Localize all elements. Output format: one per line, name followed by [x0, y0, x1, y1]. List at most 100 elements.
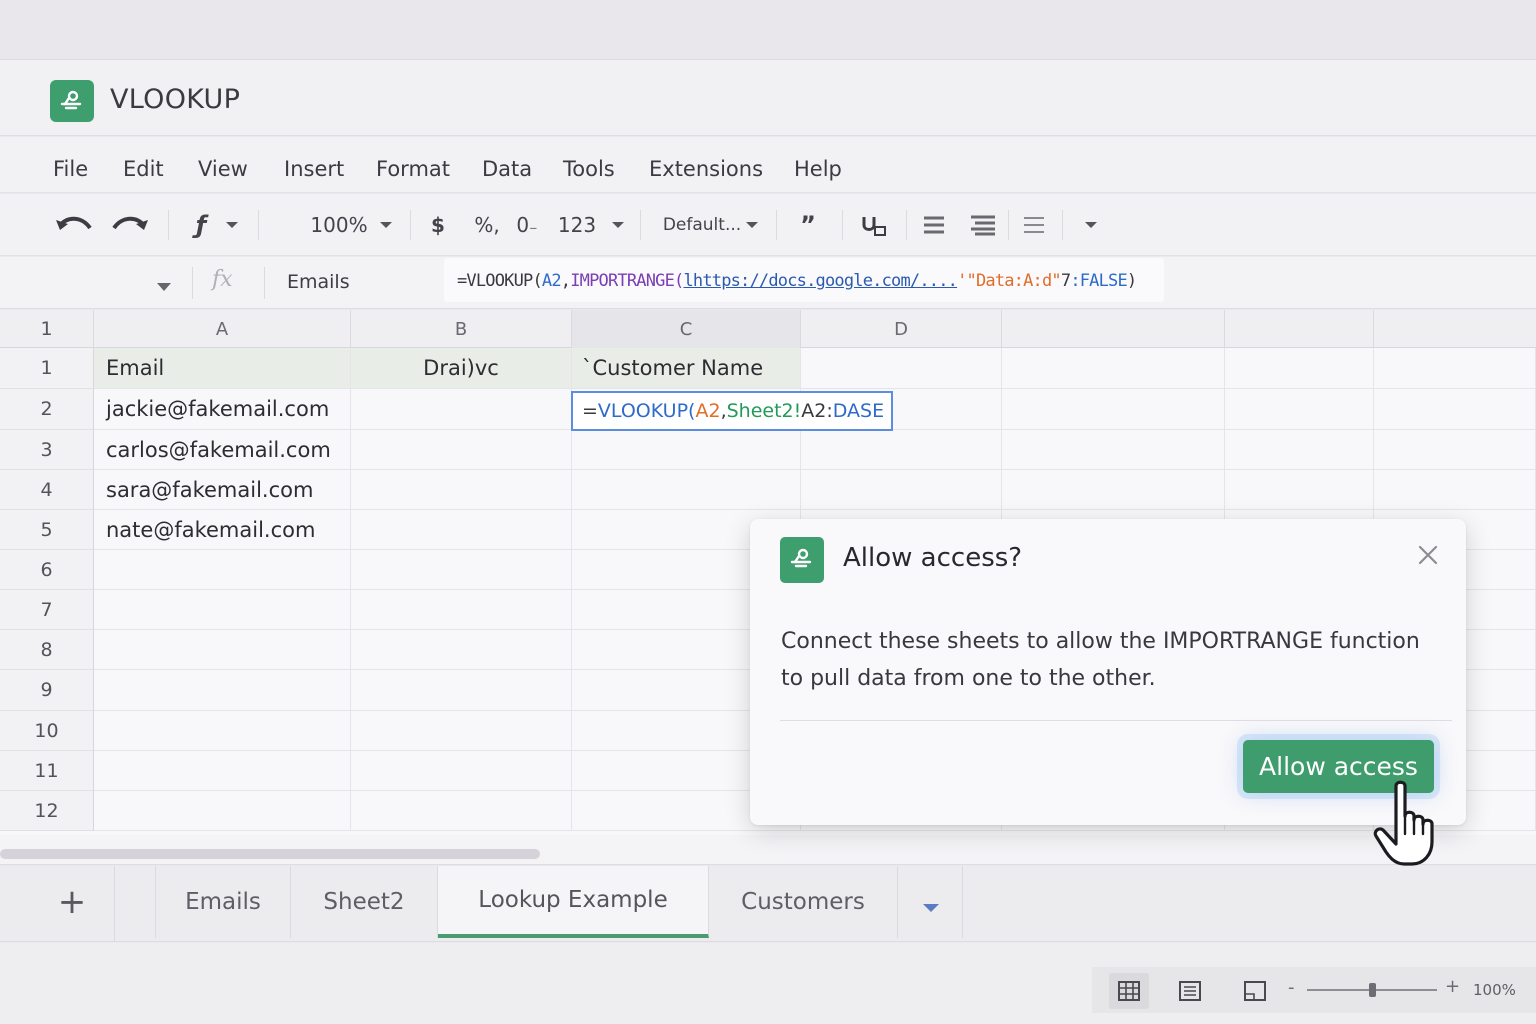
number-format-button[interactable]: 123: [554, 208, 600, 242]
column-header-d[interactable]: D: [801, 310, 1002, 348]
redo-icon[interactable]: [108, 208, 152, 242]
document-title[interactable]: VLOOKUP: [110, 84, 240, 115]
table-cell[interactable]: [1225, 389, 1374, 430]
chevron-down-icon[interactable]: [608, 208, 628, 242]
function-icon[interactable]: ƒ: [184, 208, 218, 242]
table-cell[interactable]: [351, 430, 572, 470]
menu-insert[interactable]: Insert: [284, 157, 344, 181]
table-cell[interactable]: [351, 590, 572, 630]
chevron-down-icon[interactable]: [376, 208, 396, 242]
table-cell[interactable]: [94, 670, 351, 711]
column-header-f[interactable]: [1225, 310, 1374, 348]
menu-tools[interactable]: Tools: [563, 157, 615, 181]
row-header-8[interactable]: 8: [0, 630, 94, 670]
add-sheet-button[interactable]: +: [30, 882, 114, 922]
table-cell[interactable]: carlos@fakemail.com: [94, 430, 351, 470]
table-cell[interactable]: [94, 630, 351, 670]
table-cell[interactable]: [351, 510, 572, 550]
quote-icon[interactable]: ”: [792, 208, 824, 242]
table-cell[interactable]: [94, 550, 351, 590]
chevron-down-icon[interactable]: [222, 208, 242, 242]
clear-format-icon[interactable]: [856, 208, 892, 242]
table-cell[interactable]: [1374, 470, 1536, 510]
table-cell[interactable]: [1225, 348, 1374, 389]
table-cell[interactable]: [1002, 430, 1225, 470]
table-cell[interactable]: sara@fakemail.com: [94, 470, 351, 510]
menu-format[interactable]: Format: [376, 157, 450, 181]
zoom-in-button[interactable]: +: [1445, 976, 1460, 997]
tab-sheet2[interactable]: Sheet2: [291, 866, 438, 938]
table-cell[interactable]: [572, 470, 801, 510]
row-header-9[interactable]: 9: [0, 670, 94, 711]
table-cell[interactable]: [351, 670, 572, 711]
row-header-7[interactable]: 7: [0, 590, 94, 630]
font-select[interactable]: Default...: [660, 208, 744, 242]
table-cell[interactable]: [351, 389, 572, 430]
row-header-3[interactable]: 3: [0, 430, 94, 470]
table-cell[interactable]: [572, 430, 801, 470]
row-header-12[interactable]: 12: [0, 791, 94, 831]
row-header-2[interactable]: 2: [0, 389, 94, 430]
more-options-chevron-icon[interactable]: [1080, 208, 1102, 242]
table-cell[interactable]: [351, 751, 572, 791]
align-left-icon[interactable]: [918, 208, 950, 242]
tab-customers[interactable]: Customers: [709, 866, 898, 938]
scrollbar-thumb[interactable]: [0, 849, 540, 859]
zoom-select[interactable]: 100%: [306, 208, 372, 242]
menu-data[interactable]: Data: [482, 157, 532, 181]
row-header-6[interactable]: 6: [0, 550, 94, 590]
table-cell[interactable]: Drai)vc: [351, 348, 572, 389]
table-cell[interactable]: `Customer Name: [572, 348, 801, 389]
decimal-format-button[interactable]: 0 ₋: [512, 208, 542, 242]
table-cell[interactable]: jackie@fakemail.com: [94, 389, 351, 430]
table-cell[interactable]: [1374, 348, 1536, 389]
table-cell[interactable]: [351, 711, 572, 751]
sheet-list-chevron-icon[interactable]: [922, 898, 940, 917]
percent-format-button[interactable]: %,: [470, 208, 504, 242]
tab-lookup-example[interactable]: Lookup Example: [438, 866, 709, 938]
horizontal-scrollbar[interactable]: [0, 835, 1536, 865]
table-cell[interactable]: [94, 791, 351, 831]
column-header-b[interactable]: B: [351, 310, 572, 348]
layout-view-icon[interactable]: [1235, 973, 1275, 1009]
menu-extensions[interactable]: Extensions: [649, 157, 763, 181]
tab-emails[interactable]: Emails: [155, 866, 291, 938]
sheets-logo-icon[interactable]: [50, 80, 94, 122]
formula-input[interactable]: =VLOOKUP(A2,IMPORTRANGE(lhttps://docs.go…: [444, 258, 1164, 302]
formula-active-value[interactable]: Emails: [287, 271, 350, 293]
table-cell[interactable]: [801, 348, 1002, 389]
chevron-down-icon[interactable]: [742, 208, 762, 242]
table-cell[interactable]: [351, 791, 572, 831]
column-header-e[interactable]: [1002, 310, 1225, 348]
table-cell[interactable]: [351, 550, 572, 590]
table-cell[interactable]: [94, 590, 351, 630]
undo-icon[interactable]: [52, 208, 96, 242]
currency-format-button[interactable]: $: [424, 208, 452, 242]
row-header-4[interactable]: 4: [0, 470, 94, 510]
column-header-c[interactable]: C: [572, 310, 801, 348]
table-cell[interactable]: Email: [94, 348, 351, 389]
table-cell[interactable]: [1225, 470, 1374, 510]
row-header-11[interactable]: 11: [0, 751, 94, 791]
active-cell-editor[interactable]: = VLOOKUP(A2, Sheet2! A2: DASE: [571, 391, 893, 431]
row-header-1[interactable]: 1: [0, 348, 94, 389]
menu-help[interactable]: Help: [794, 157, 842, 181]
table-cell[interactable]: [1225, 430, 1374, 470]
menu-edit[interactable]: Edit: [123, 157, 164, 181]
row-header-5[interactable]: 5: [0, 510, 94, 550]
page-view-icon[interactable]: [1170, 973, 1210, 1009]
table-cell[interactable]: nate@fakemail.com: [94, 510, 351, 550]
align-center-icon[interactable]: [966, 208, 1000, 242]
align-right-icon[interactable]: [1018, 208, 1050, 242]
table-cell[interactable]: [801, 430, 1002, 470]
table-cell[interactable]: [94, 711, 351, 751]
row-header-10[interactable]: 10: [0, 711, 94, 751]
table-cell[interactable]: [1374, 389, 1536, 430]
corner-cell[interactable]: 1: [0, 310, 94, 348]
table-cell[interactable]: [94, 751, 351, 791]
grid-view-icon[interactable]: [1109, 973, 1149, 1009]
table-cell[interactable]: [1002, 348, 1225, 389]
table-cell[interactable]: [1374, 430, 1536, 470]
table-cell[interactable]: [1002, 389, 1225, 430]
close-icon[interactable]: [1416, 543, 1440, 567]
